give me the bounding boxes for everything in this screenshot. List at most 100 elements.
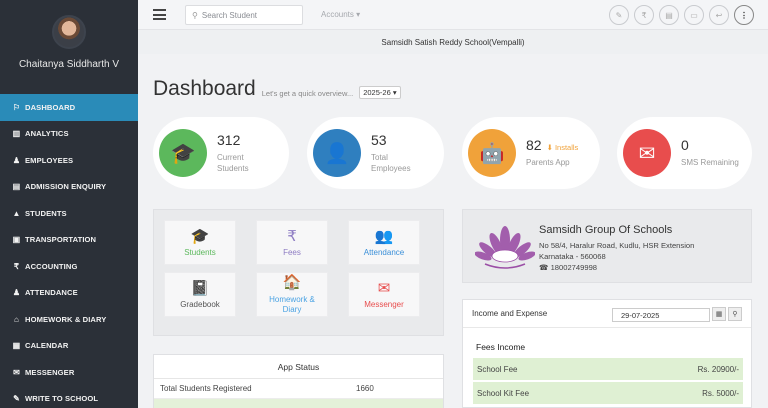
quick-link-label: Fees bbox=[283, 248, 301, 258]
status-bar bbox=[154, 399, 443, 408]
sidebar-item-label: DASHBOARD bbox=[25, 102, 76, 112]
sidebar-item-admission-enquiry[interactable]: ▤ ADMISSION ENQUIRY bbox=[0, 174, 138, 201]
sidebar-item-label: CALENDAR bbox=[25, 341, 69, 351]
menu-toggle-icon[interactable] bbox=[153, 9, 166, 20]
topbar: ⚲ Search Student Accounts ▾ ✎ ₹ ▤ ▭ ↩ ⋮ bbox=[138, 0, 768, 30]
search-icon: ⚲ bbox=[192, 10, 198, 20]
sidebar-item-accounting[interactable]: ₹ ACCOUNTING bbox=[0, 253, 138, 280]
school-details: Samsidh Group Of Schools No 58/4, Haralu… bbox=[539, 222, 694, 274]
sidebar-item-calendar[interactable]: ▦ CALENDAR bbox=[0, 333, 138, 360]
sidebar-item-label: WRITE TO SCHOOL bbox=[25, 394, 99, 404]
quick-link-homework[interactable]: 🏠 Homework & Diary bbox=[256, 272, 328, 317]
quick-link-gradebook[interactable]: 📓 Gradebook bbox=[164, 272, 236, 317]
sidebar-item-employees[interactable]: ♟ EMPLOYEES bbox=[0, 147, 138, 174]
sidebar-item-write-to-school[interactable]: ✎ WRITE TO SCHOOL bbox=[0, 386, 138, 408]
school-name-bar: Samsidh Satish Reddy School(Vempalli) bbox=[138, 30, 768, 54]
edit-icon[interactable]: ✎ bbox=[609, 5, 629, 25]
school-phone: ☎ 18002749998 bbox=[539, 263, 598, 273]
sidebar-item-label: ACCOUNTING bbox=[25, 261, 78, 271]
rupee-icon: ₹ bbox=[13, 261, 20, 271]
rupee-icon: ₹ bbox=[287, 227, 297, 245]
bookmark-icon: ⚐ bbox=[12, 102, 21, 112]
quick-link-attendance[interactable]: 👥 Attendance bbox=[348, 220, 420, 265]
home-icon: 🏠 bbox=[282, 274, 302, 292]
quick-link-messenger[interactable]: ✉ Messenger bbox=[348, 272, 420, 317]
sidebar-item-label: ATTENDANCE bbox=[25, 288, 78, 298]
book-icon: 📓 bbox=[190, 279, 210, 297]
reply-icon[interactable]: ↩ bbox=[709, 5, 729, 25]
avatar[interactable] bbox=[52, 15, 86, 49]
graduation-cap-icon: ▲ bbox=[12, 208, 21, 218]
fee-amount: Rs. 20900/- bbox=[697, 364, 739, 374]
stat-card[interactable]: 🤖 82 ⬇ Installs Parents App bbox=[462, 117, 600, 189]
id-card-icon[interactable]: ▭ bbox=[684, 5, 704, 25]
sidebar-item-label: ADMISSION ENQUIRY bbox=[25, 182, 107, 192]
sidebar-item-dashboard[interactable]: ⚐ DASHBOARD bbox=[0, 94, 138, 121]
calendar-icon: ▦ bbox=[12, 341, 21, 351]
stat-card[interactable]: ✉ 0 SMS Remaining bbox=[617, 117, 752, 189]
row-value: 1660 bbox=[356, 384, 374, 393]
more-vertical-icon[interactable]: ⋮ bbox=[734, 5, 754, 25]
fee-label: School Fee bbox=[477, 364, 518, 374]
sidebar-item-label: STUDENTS bbox=[25, 208, 67, 218]
pencil-icon: ✎ bbox=[13, 394, 20, 404]
stat-text: 53 Total Employees bbox=[371, 132, 411, 174]
school-info-card: Samsidh Group Of Schools No 58/4, Haralu… bbox=[462, 209, 752, 283]
row-label: Total Students Registered bbox=[160, 384, 252, 393]
rupee-circle-icon[interactable]: ₹ bbox=[634, 5, 654, 25]
sidebar-item-messenger[interactable]: ✉ MESSENGER bbox=[0, 359, 138, 386]
users-icon: ♟ bbox=[12, 288, 21, 298]
accounts-dropdown[interactable]: Accounts ▾ bbox=[321, 10, 360, 19]
stat-value: 312 bbox=[217, 131, 241, 148]
quick-link-fees[interactable]: ₹ Fees bbox=[256, 220, 328, 265]
calendar-icon[interactable]: ▦ bbox=[712, 307, 726, 321]
stat-label: Current Students bbox=[217, 152, 249, 173]
fee-label: School Kit Fee bbox=[477, 388, 530, 398]
quick-link-label: Students bbox=[184, 248, 216, 258]
search-input[interactable]: ⚲ Search Student bbox=[185, 5, 303, 25]
bar-chart-icon: ▥ bbox=[12, 129, 21, 139]
sidebar-item-analytics[interactable]: ▥ ANALYTICS bbox=[0, 121, 138, 148]
stat-text: 312 Current Students bbox=[217, 132, 249, 174]
school-title: Samsidh Group Of Schools bbox=[539, 224, 673, 236]
sidebar-item-label: EMPLOYEES bbox=[25, 155, 74, 165]
school-address-line1: No 58/4, Haralur Road, Kudlu, HSR Extens… bbox=[539, 240, 695, 250]
sidebar-item-homework-diary[interactable]: ⌂ HOMEWORK & DIARY bbox=[0, 306, 138, 333]
search-placeholder: Search Student bbox=[201, 10, 258, 20]
fees-income-heading: Fees Income bbox=[476, 342, 526, 352]
document-icon[interactable]: ▤ bbox=[659, 5, 679, 25]
search-icon[interactable]: ⚲ bbox=[728, 307, 742, 321]
quick-link-label: Gradebook bbox=[180, 300, 220, 310]
toolbar-icons: ✎ ₹ ▤ ▭ ↩ ⋮ bbox=[609, 5, 754, 25]
stat-card[interactable]: 👤 53 Total Employees bbox=[307, 117, 444, 189]
stat-label: Parents App bbox=[526, 158, 570, 168]
table-row: Total Students Registered 1660 bbox=[154, 379, 443, 399]
profile: Chaitanya Siddharth V bbox=[0, 0, 138, 94]
android-icon: 🤖 bbox=[468, 129, 516, 177]
graduation-cap-icon: 🎓 bbox=[159, 129, 207, 177]
page-title: Dashboard bbox=[153, 77, 256, 100]
sidebar-item-attendance[interactable]: ♟ ATTENDANCE bbox=[0, 280, 138, 307]
user-name: Chaitanya Siddharth V bbox=[18, 59, 120, 70]
sidebar-item-transportation[interactable]: ▣ TRANSPORTATION bbox=[0, 227, 138, 254]
stat-text: 82 ⬇ Installs Parents App bbox=[526, 137, 578, 168]
sidebar-item-label: MESSENGER bbox=[25, 367, 75, 377]
page-subtitle: Let's get a quick overview... bbox=[261, 89, 354, 98]
envelope-icon: ✉ bbox=[377, 279, 391, 297]
school-logo bbox=[475, 226, 535, 269]
date-input[interactable]: 29-07-2025 bbox=[612, 308, 710, 322]
stat-text: 0 SMS Remaining bbox=[681, 137, 739, 168]
page-heading: Dashboard Let's get a quick overview... … bbox=[153, 77, 401, 101]
sidebar-item-label: HOMEWORK & DIARY bbox=[25, 314, 107, 324]
sidebar-item-students[interactable]: ▲ STUDENTS bbox=[0, 200, 138, 227]
users-icon: 👥 bbox=[374, 227, 394, 245]
quick-link-label: Homework & Diary bbox=[269, 294, 315, 315]
installs-link[interactable]: ⬇ Installs bbox=[547, 143, 579, 152]
year-select[interactable]: 2025-26 ▾ bbox=[359, 86, 401, 99]
quick-link-students[interactable]: 🎓 Students bbox=[164, 220, 236, 265]
stat-card[interactable]: 🎓 312 Current Students bbox=[153, 117, 289, 189]
sidebar: Chaitanya Siddharth V ⚐ DASHBOARD ▥ ANALYTI… bbox=[0, 0, 138, 408]
app-status-panel: App Status Total Students Registered 166… bbox=[153, 354, 444, 408]
database-icon: ▤ bbox=[12, 182, 21, 192]
home-icon: ⌂ bbox=[14, 314, 19, 324]
